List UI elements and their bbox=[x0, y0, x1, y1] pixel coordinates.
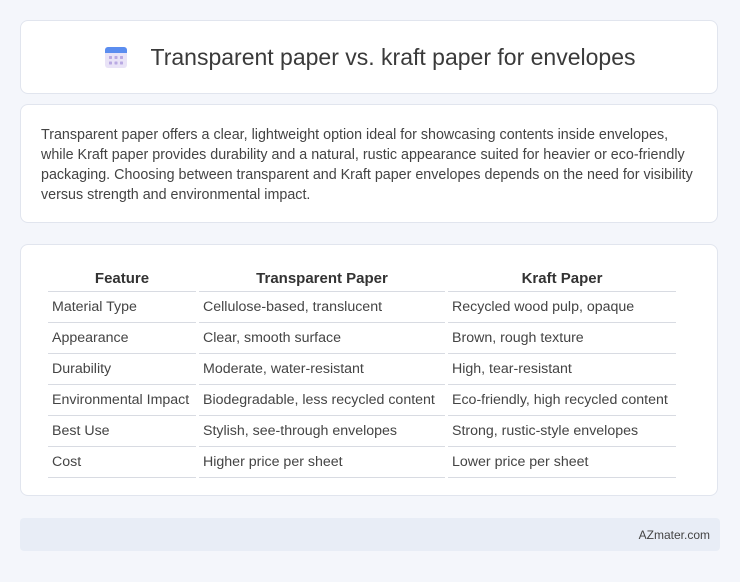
table-row: Cost Higher price per sheet Lower price … bbox=[48, 447, 676, 478]
table-row: Durability Moderate, water-resistant Hig… bbox=[48, 354, 676, 385]
comparison-table: Feature Transparent Paper Kraft Paper Ma… bbox=[45, 265, 679, 478]
title-card: Transparent paper vs. kraft paper for en… bbox=[20, 20, 718, 94]
cell-kraft: Strong, rustic-style envelopes bbox=[448, 416, 676, 447]
cell-kraft: Recycled wood pulp, opaque bbox=[448, 292, 676, 323]
cell-feature: Appearance bbox=[48, 323, 196, 354]
footer-bar: AZmater.com bbox=[20, 518, 720, 551]
table-row: Material Type Cellulose-based, transluce… bbox=[48, 292, 676, 323]
intro-paragraph: Transparent paper offers a clear, lightw… bbox=[41, 127, 693, 203]
table-row: Appearance Clear, smooth surface Brown, … bbox=[48, 323, 676, 354]
cell-feature: Material Type bbox=[48, 292, 196, 323]
cell-transparent: Clear, smooth surface bbox=[199, 323, 445, 354]
cell-transparent: Moderate, water-resistant bbox=[199, 354, 445, 385]
header-transparent-paper: Transparent Paper bbox=[199, 265, 445, 292]
table-header-row: Feature Transparent Paper Kraft Paper bbox=[48, 265, 676, 292]
cell-transparent: Higher price per sheet bbox=[199, 447, 445, 478]
cell-kraft: Lower price per sheet bbox=[448, 447, 676, 478]
cell-transparent: Cellulose-based, translucent bbox=[199, 292, 445, 323]
cell-feature: Cost bbox=[48, 447, 196, 478]
cell-kraft: High, tear-resistant bbox=[448, 354, 676, 385]
header-feature: Feature bbox=[48, 265, 196, 292]
footer-brand[interactable]: AZmater.com bbox=[639, 528, 710, 542]
cell-feature: Environmental Impact bbox=[48, 385, 196, 416]
table-row: Environmental Impact Biodegradable, less… bbox=[48, 385, 676, 416]
calendar-icon bbox=[104, 47, 127, 68]
cell-kraft: Eco-friendly, high recycled content bbox=[448, 385, 676, 416]
cell-feature: Durability bbox=[48, 354, 196, 385]
intro-card: Transparent paper offers a clear, lightw… bbox=[20, 104, 718, 223]
cell-feature: Best Use bbox=[48, 416, 196, 447]
cell-transparent: Biodegradable, less recycled content bbox=[199, 385, 445, 416]
table-row: Best Use Stylish, see-through envelopes … bbox=[48, 416, 676, 447]
page-title: Transparent paper vs. kraft paper for en… bbox=[150, 43, 636, 70]
comparison-card: Feature Transparent Paper Kraft Paper Ma… bbox=[20, 244, 718, 496]
header-kraft-paper: Kraft Paper bbox=[448, 265, 676, 292]
cell-transparent: Stylish, see-through envelopes bbox=[199, 416, 445, 447]
cell-kraft: Brown, rough texture bbox=[448, 323, 676, 354]
